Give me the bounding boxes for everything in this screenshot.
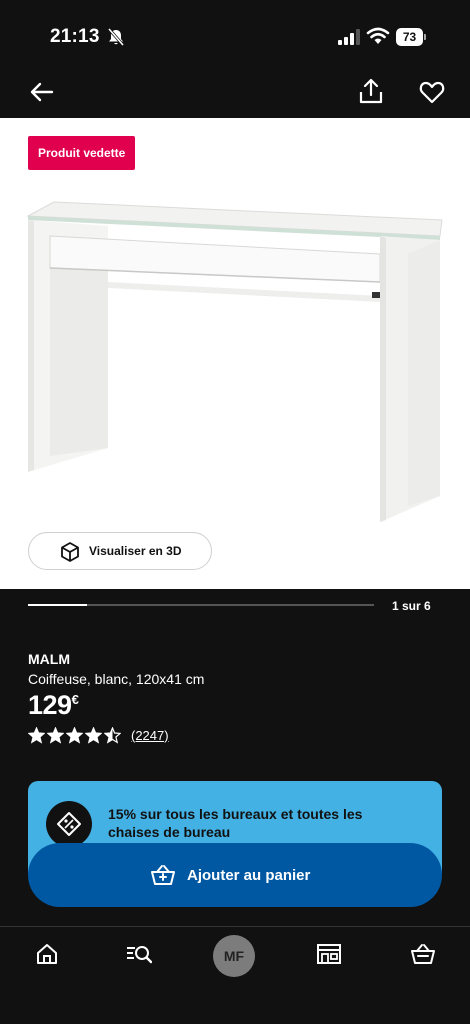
view-3d-label: Visualiser en 3D <box>89 544 182 558</box>
search-list-icon[interactable] <box>126 941 152 967</box>
home-icon[interactable] <box>34 941 60 967</box>
product-description: Coiffeuse, blanc, 120x41 cm <box>28 671 205 687</box>
star-full-icon <box>28 726 45 744</box>
discount-tag-icon <box>46 801 92 847</box>
review-count-link[interactable]: (2247) <box>131 728 169 743</box>
bell-slash-icon <box>107 28 125 46</box>
bottom-nav: MF <box>0 927 470 1024</box>
product-image-carousel[interactable]: Produit vedette Visualiser en 3D <box>0 118 470 589</box>
product-price: 129€ <box>28 690 79 721</box>
price-amount: 129 <box>28 690 72 720</box>
product-name: MALM <box>28 651 70 667</box>
battery-level: 73 <box>396 28 423 46</box>
status-bar: 21:13 73 <box>0 0 470 64</box>
cube-3d-icon <box>61 542 79 562</box>
promo-text: 15% sur tous les bureaux et toutes les c… <box>108 806 363 840</box>
basket-icon[interactable] <box>410 941 436 967</box>
product-rating[interactable]: (2247) <box>28 726 169 744</box>
add-to-cart-label: Ajouter au panier <box>187 867 311 884</box>
carousel-counter: 1 sur 6 <box>392 599 431 613</box>
add-to-cart-button[interactable]: Ajouter au panier <box>28 843 442 907</box>
featured-badge: Produit vedette <box>28 136 136 170</box>
product-image <box>26 201 443 522</box>
star-full-icon <box>47 726 64 744</box>
status-time: 21:13 <box>50 26 100 47</box>
signal-icon <box>338 29 360 45</box>
view-3d-button[interactable]: Visualiser en 3D <box>28 532 212 570</box>
avatar[interactable]: MF <box>213 935 255 977</box>
carousel-progress <box>28 604 374 606</box>
back-arrow-icon[interactable] <box>28 78 56 106</box>
basket-icon <box>151 865 175 885</box>
heart-icon[interactable] <box>418 78 446 106</box>
star-full-icon <box>66 726 83 744</box>
share-icon[interactable] <box>356 76 386 106</box>
store-icon[interactable] <box>316 941 342 967</box>
wifi-icon <box>366 27 390 44</box>
star-full-icon <box>85 726 102 744</box>
carousel-progress-fill <box>28 604 87 606</box>
top-nav <box>0 64 470 118</box>
star-half-icon <box>104 726 121 744</box>
price-currency: € <box>71 692 79 707</box>
battery-icon: 73 <box>396 28 426 46</box>
